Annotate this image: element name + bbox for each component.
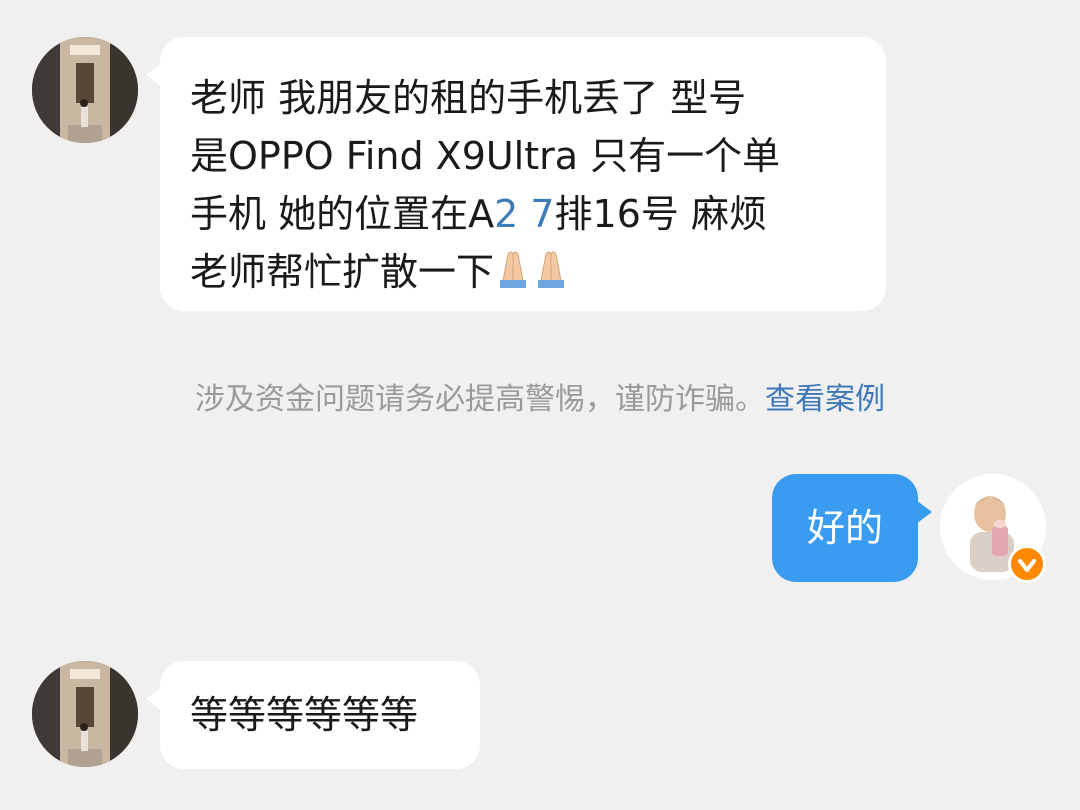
building-photo-icon: [32, 37, 138, 143]
fraud-warning-notice: 涉及资金问题请务必提高警惕，谨防诈骗。查看案例: [0, 378, 1080, 422]
sender-avatar[interactable]: [32, 661, 138, 767]
message-text-line: 手机 她的位置在A2 7排16号 麻烦: [190, 185, 886, 243]
view-cases-link[interactable]: 查看案例: [765, 382, 885, 417]
building-photo-icon: [32, 661, 138, 767]
message-text-segment: 手机 她的位置在A: [190, 192, 495, 236]
folded-hands-icon: [494, 246, 570, 304]
message-text-line: 是OPPO Find X9Ultra 只有一个单: [190, 134, 781, 178]
message-text-segment: 老师帮忙扩散一下: [190, 250, 495, 294]
message-text-segment: 排16号 麻烦: [554, 192, 767, 236]
message-bubble[interactable]: 等等等等等等: [146, 661, 480, 769]
verified-badge-icon: [1008, 545, 1046, 583]
message-text: 等等等等等等: [190, 693, 419, 737]
fraud-warning-text: 涉及资金问题请务必提高警惕，谨防诈骗。: [195, 382, 765, 417]
message-text: 好的: [806, 506, 883, 550]
message-text-line: 老师帮忙扩散一下: [190, 243, 886, 304]
sender-avatar[interactable]: [32, 37, 138, 143]
my-message-bubble[interactable]: 好的: [772, 474, 932, 582]
message-number-link[interactable]: 2 7: [494, 192, 554, 236]
message-bubble[interactable]: 老师 我朋友的租的手机丢了 型号 是OPPO Find X9Ultra 只有一个…: [146, 37, 886, 311]
message-text-line: 老师 我朋友的租的手机丢了 型号: [190, 76, 747, 120]
